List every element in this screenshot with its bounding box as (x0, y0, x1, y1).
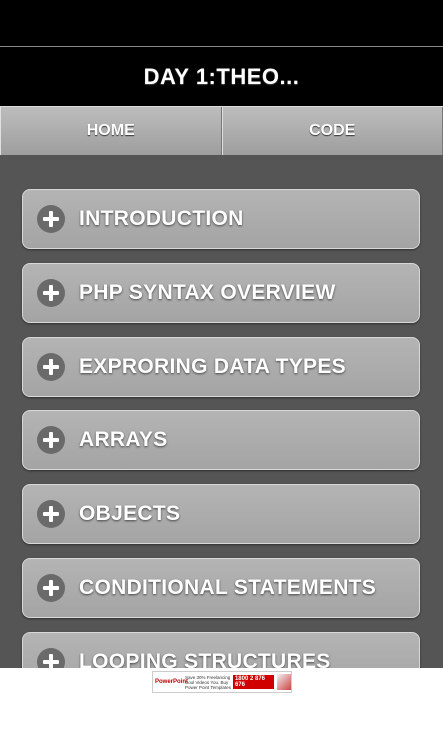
topic-label: PHP SYNTAX OVERVIEW (79, 281, 336, 304)
page-title: DAY 1:THEO... (143, 63, 300, 89)
plus-circle-icon (37, 500, 65, 528)
ad-text: Save 30% Freelancing Cool Videos You. Bu… (185, 674, 231, 690)
topic-label: CONDITIONAL STATEMENTS (79, 576, 377, 599)
plus-circle-icon (37, 205, 65, 233)
ad-phone: 1800 2 876 676 (232, 675, 274, 689)
app-header: DAY 1:THEO... (0, 47, 443, 106)
topic-item-objects[interactable]: OBJECTS (22, 484, 420, 544)
plus-circle-icon (37, 426, 65, 454)
code-button[interactable]: CODE (221, 107, 443, 155)
topic-label: EXPRORING DATA TYPES (79, 355, 346, 378)
topic-label: OBJECTS (79, 502, 181, 525)
plus-circle-icon (37, 648, 65, 668)
topic-label: LOOPING STRUCTURES (79, 650, 331, 668)
topic-item-introduction[interactable]: INTRODUCTION (22, 189, 420, 249)
plus-circle-icon (37, 574, 65, 602)
ad-banner[interactable]: PowerPoint Save 30% Freelancing Cool Vid… (152, 671, 292, 693)
ad-brand: PowerPoint (155, 679, 189, 685)
nav-bar: HOME CODE (0, 106, 443, 156)
topic-label: ARRAYS (79, 428, 168, 451)
plus-circle-icon (37, 279, 65, 307)
topic-item-arrays[interactable]: ARRAYS (22, 410, 420, 470)
topic-label: INTRODUCTION (79, 207, 244, 230)
topic-item-conditional-statements[interactable]: CONDITIONAL STATEMENTS (22, 558, 420, 618)
topic-item-looping-structures[interactable]: LOOPING STRUCTURES (22, 632, 420, 668)
home-button[interactable]: HOME (0, 107, 222, 155)
topic-item-php-syntax-overview[interactable]: PHP SYNTAX OVERVIEW (22, 263, 420, 323)
plus-circle-icon (37, 353, 65, 381)
ad-image-icon (276, 674, 291, 690)
topic-item-exproring-data-types[interactable]: EXPRORING DATA TYPES (22, 337, 420, 397)
topic-list: INTRODUCTION PHP SYNTAX OVERVIEW EXPRORI… (0, 156, 443, 668)
ad-bar: PowerPoint Save 30% Freelancing Cool Vid… (0, 668, 443, 738)
status-bar (0, 0, 443, 46)
